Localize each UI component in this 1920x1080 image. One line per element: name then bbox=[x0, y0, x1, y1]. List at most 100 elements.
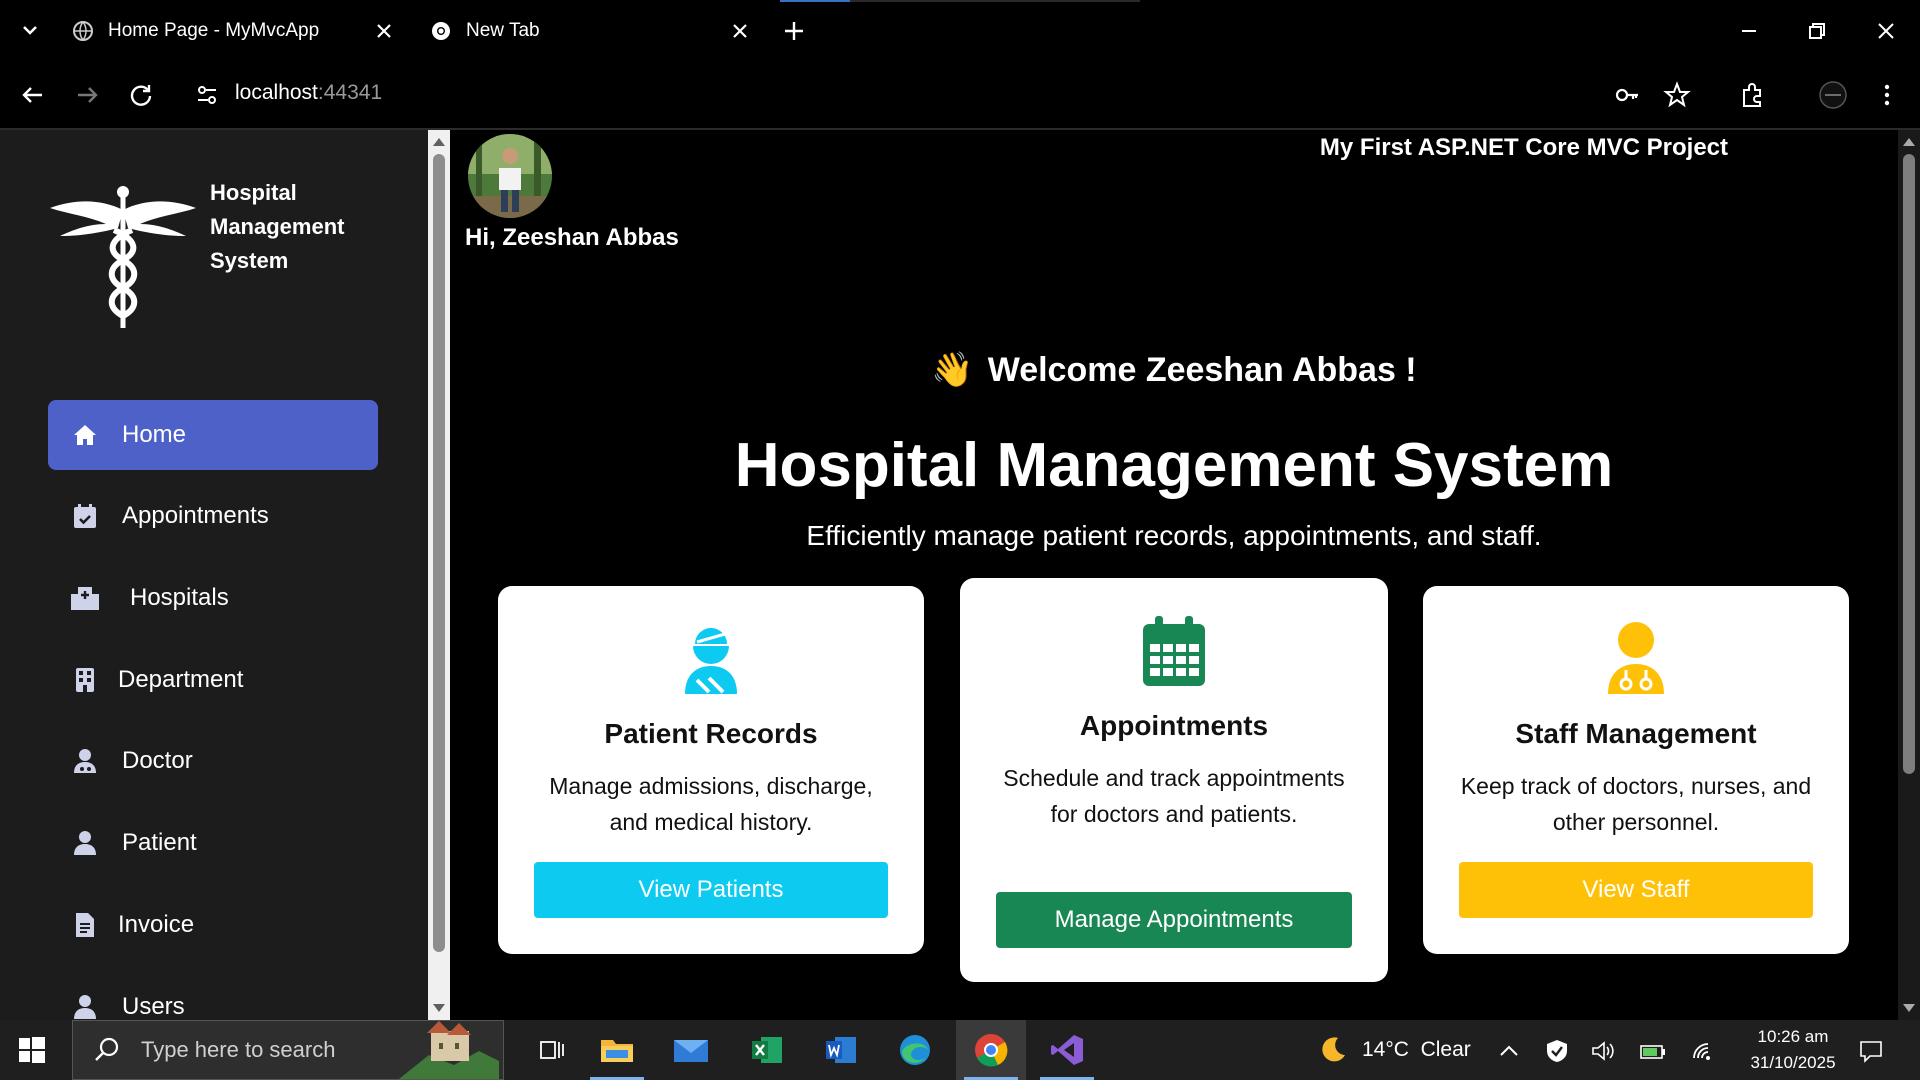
scroll-up-arrow-icon[interactable] bbox=[433, 138, 445, 146]
scroll-down-arrow-icon[interactable] bbox=[1903, 1004, 1915, 1012]
speaker-volume-icon[interactable] bbox=[1590, 1038, 1616, 1064]
calendar-icon bbox=[960, 616, 1388, 688]
back-arrow-icon[interactable] bbox=[18, 80, 48, 110]
sidebar-item-department[interactable]: Department bbox=[48, 645, 378, 715]
sidebar-item-home[interactable]: Home bbox=[48, 400, 378, 470]
mail-icon[interactable] bbox=[656, 1020, 726, 1080]
tab-title: Home Page - MyMvcApp bbox=[108, 20, 320, 41]
hospital-icon bbox=[70, 583, 100, 613]
scrollbar-thumb[interactable] bbox=[1903, 154, 1915, 774]
page-title: Hospital Management System bbox=[734, 431, 1614, 500]
appointments-card: Appointments Schedule and track appointm… bbox=[960, 578, 1388, 982]
close-window-icon[interactable] bbox=[1871, 16, 1901, 46]
sidebar-scrollbar[interactable] bbox=[428, 130, 450, 1020]
sidebar-item-patient[interactable]: Patient bbox=[48, 808, 378, 878]
staff-management-card: Staff Management Keep track of doctors, … bbox=[1423, 586, 1849, 954]
taskbar-search-box[interactable]: Type here to search bbox=[72, 1020, 504, 1080]
scrollbar-thumb[interactable] bbox=[433, 154, 445, 952]
wifi-icon[interactable] bbox=[1690, 1038, 1716, 1064]
sidebar-item-doctor[interactable]: Doctor bbox=[48, 726, 378, 796]
url-port: :44341 bbox=[317, 81, 383, 104]
brand-name: Hospital Management System bbox=[210, 176, 370, 278]
weather-widget[interactable]: 14°C Clear bbox=[1318, 1020, 1471, 1080]
user-icon bbox=[70, 992, 100, 1022]
patient-records-card: Patient Records Manage admissions, disch… bbox=[498, 586, 924, 954]
user-injured-icon bbox=[498, 622, 924, 694]
close-tab-icon[interactable] bbox=[728, 19, 752, 43]
main-content: Hi, Zeeshan Abbas My First ASP.NET Core … bbox=[450, 130, 1898, 1020]
windows-start-icon[interactable] bbox=[18, 1036, 46, 1064]
chrome-icon bbox=[430, 20, 452, 42]
password-key-icon[interactable] bbox=[1612, 80, 1642, 110]
avatar bbox=[468, 134, 552, 218]
system-clock[interactable]: 10:26 am 31/10/2025 bbox=[1738, 1024, 1848, 1076]
visual-studio-icon[interactable] bbox=[1032, 1020, 1102, 1080]
card-description: Manage admissions, discharge, and medica… bbox=[549, 773, 873, 835]
building-icon bbox=[70, 665, 100, 695]
manage-appointments-button[interactable]: Manage Appointments bbox=[996, 892, 1352, 948]
site-settings-icon[interactable] bbox=[192, 80, 222, 110]
sidebar-item-hospitals[interactable]: Hospitals bbox=[48, 563, 378, 633]
sidebar-item-label: Appointments bbox=[122, 502, 269, 529]
excel-icon[interactable] bbox=[732, 1020, 802, 1080]
browser-tab-strip: Home Page - MyMvcApp New Tab bbox=[0, 0, 1920, 62]
browser-tab-home[interactable]: Home Page - MyMvcApp bbox=[72, 0, 402, 62]
browser-tab-new[interactable]: New Tab bbox=[430, 0, 770, 62]
calendar-check-icon bbox=[70, 501, 100, 531]
brand-line: Management bbox=[210, 214, 345, 239]
edge-icon[interactable] bbox=[880, 1020, 950, 1080]
battery-charging-icon[interactable] bbox=[1640, 1038, 1666, 1064]
new-tab-plus-icon[interactable] bbox=[780, 17, 808, 45]
scroll-down-arrow-icon[interactable] bbox=[433, 1004, 445, 1012]
weather-text: 14°C Clear bbox=[1362, 1038, 1471, 1061]
card-title: Appointments bbox=[1079, 710, 1269, 741]
scroll-up-arrow-icon[interactable] bbox=[1903, 138, 1915, 146]
sidebar-item-invoice[interactable]: Invoice bbox=[48, 890, 378, 960]
sidebar-item-label: Department bbox=[118, 666, 244, 693]
view-patients-button[interactable]: View Patients bbox=[534, 862, 888, 918]
waving-hand-icon: 👋 bbox=[931, 351, 974, 389]
card-description: Schedule and track appointments for doct… bbox=[1003, 765, 1345, 827]
user-icon bbox=[70, 828, 100, 858]
reload-icon[interactable] bbox=[126, 80, 156, 110]
view-staff-button[interactable]: View Staff bbox=[1459, 862, 1813, 918]
file-explorer-icon[interactable] bbox=[582, 1020, 652, 1080]
word-icon[interactable] bbox=[806, 1020, 876, 1080]
profile-avatar-icon[interactable] bbox=[1818, 80, 1848, 110]
sidebar-item-appointments[interactable]: Appointments bbox=[48, 481, 378, 551]
tab-loading-indicator bbox=[780, 0, 1140, 2]
tab-search-chevron-icon[interactable] bbox=[18, 16, 42, 44]
menu-kebab-icon[interactable] bbox=[1872, 80, 1902, 110]
caduceus-logo-icon bbox=[50, 186, 196, 328]
forward-arrow-icon[interactable] bbox=[72, 80, 102, 110]
bookmark-star-icon[interactable] bbox=[1662, 80, 1692, 110]
security-shield-icon[interactable] bbox=[1544, 1038, 1570, 1064]
search-placeholder: Type here to search bbox=[141, 1037, 336, 1062]
search-icon bbox=[95, 1037, 119, 1061]
close-tab-icon[interactable] bbox=[372, 19, 396, 43]
sidebar-item-label: Home bbox=[122, 421, 187, 448]
card-description: Keep track of doctors, nurses, and other… bbox=[1460, 773, 1812, 835]
restore-icon[interactable] bbox=[1802, 16, 1832, 46]
address-bar[interactable]: localhost:44341 bbox=[235, 81, 382, 105]
page-subtitle: Efficiently manage patient records, appo… bbox=[806, 520, 1542, 551]
task-view-icon[interactable] bbox=[518, 1020, 588, 1080]
sidebar-item-label: Users bbox=[122, 993, 185, 1020]
clock-time: 10:26 am bbox=[1757, 1027, 1829, 1046]
url-host: localhost bbox=[235, 81, 318, 104]
minimize-icon[interactable] bbox=[1734, 16, 1764, 46]
clock-date: 31/10/2025 bbox=[1750, 1053, 1836, 1072]
chrome-icon[interactable] bbox=[956, 1020, 1026, 1080]
tab-title: New Tab bbox=[466, 20, 540, 41]
sidebar-item-label: Hospitals bbox=[130, 584, 229, 611]
page-scrollbar[interactable] bbox=[1898, 130, 1920, 1020]
card-title: Patient Records bbox=[604, 718, 818, 749]
show-hidden-icons-chevron-icon[interactable] bbox=[1496, 1038, 1522, 1064]
globe-icon bbox=[72, 20, 94, 42]
notifications-icon[interactable] bbox=[1858, 1038, 1884, 1064]
search-highlight-castle-icon bbox=[399, 1021, 499, 1079]
extensions-puzzle-icon[interactable] bbox=[1738, 80, 1768, 110]
welcome-text: Welcome Zeeshan Abbas ! bbox=[987, 351, 1417, 389]
sidebar-item-label: Patient bbox=[122, 829, 197, 856]
sidebar: Hospital Management System Home Appointm… bbox=[0, 130, 428, 1020]
